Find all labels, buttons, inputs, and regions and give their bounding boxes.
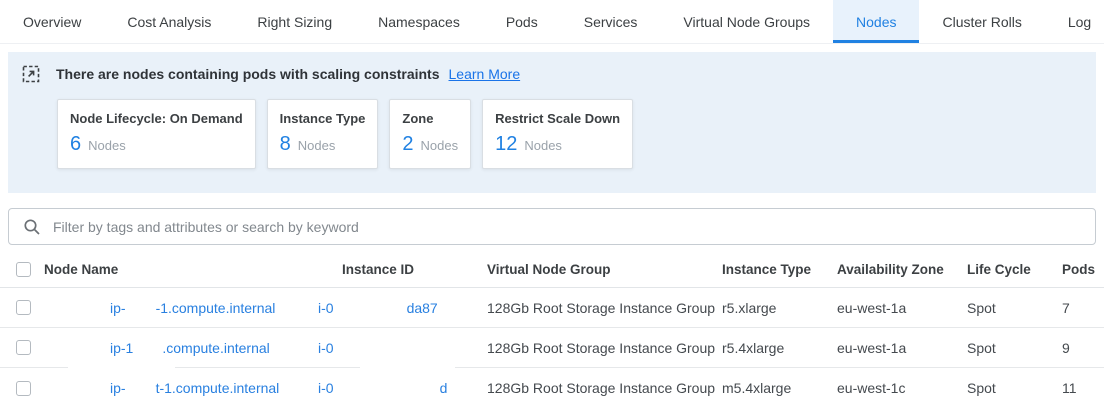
col-node-name: Node Name (44, 262, 318, 277)
constraint-card-instance-type[interactable]: Instance Type 8 Nodes (267, 99, 379, 169)
tab-overview[interactable]: Overview (0, 0, 104, 43)
nodes-table: Node Name Instance ID Virtual Node Group… (0, 252, 1104, 404)
node-name-link[interactable]: ip- (110, 300, 126, 316)
search-input[interactable] (53, 219, 1095, 235)
tab-right-sizing[interactable]: Right Sizing (234, 0, 355, 43)
tab-nodes[interactable]: Nodes (833, 0, 919, 43)
banner-message: There are nodes containing pods with sca… (56, 66, 440, 82)
instance-id-link[interactable]: i-0 (318, 340, 334, 356)
node-name-cell: ip-t-1.compute.internal (44, 380, 318, 396)
vng-cell: 128Gb Root Storage Instance Group (487, 380, 722, 396)
table-row: ip-1 .compute.internal i-0 128Gb Root Stora… (0, 328, 1104, 368)
node-name-link[interactable]: -1.compute.internal (156, 300, 276, 316)
card-unit: Nodes (524, 138, 562, 153)
row-checkbox[interactable] (16, 300, 31, 315)
card-unit: Nodes (298, 138, 336, 153)
scaling-constraints-banner: There are nodes containing pods with sca… (8, 52, 1096, 193)
tab-cost-analysis[interactable]: Cost Analysis (104, 0, 234, 43)
table-row: ip-t-1.compute.internali-0d128Gb Root St… (0, 368, 1104, 404)
row-checkbox[interactable] (16, 381, 31, 396)
row-checkbox[interactable] (16, 340, 31, 355)
card-count-row: 8 Nodes (280, 133, 366, 156)
col-availability-zone: Availability Zone (837, 262, 967, 277)
card-count-row: 6 Nodes (70, 133, 243, 156)
banner-message-row: There are nodes containing pods with sca… (22, 65, 1082, 83)
card-unit: Nodes (421, 138, 459, 153)
card-count-row: 2 Nodes (402, 133, 458, 156)
tab-log[interactable]: Log (1045, 0, 1104, 43)
node-name-link[interactable]: ip- (110, 380, 126, 396)
vng-cell: 128Gb Root Storage Instance Group (487, 340, 722, 356)
card-title: Node Lifecycle: On Demand (70, 111, 243, 126)
col-life-cycle: Life Cycle (967, 262, 1062, 277)
card-count-row: 12 Nodes (495, 133, 620, 156)
card-title: Instance Type (280, 111, 366, 126)
tab-virtual-node-groups[interactable]: Virtual Node Groups (660, 0, 833, 43)
card-count: 8 (280, 133, 291, 156)
pods-cell: 11 (1062, 380, 1104, 396)
instance-id-link[interactable]: d (440, 380, 448, 396)
col-pods: Pods (1062, 262, 1104, 277)
instance-id-cell: i-0 da87 (318, 300, 487, 316)
card-count: 6 (70, 133, 81, 156)
col-instance-id: Instance ID (318, 262, 487, 277)
instance-type-cell: r5.xlarge (722, 300, 837, 316)
card-count: 12 (495, 133, 517, 156)
card-unit: Nodes (88, 138, 126, 153)
constraint-card-node-lifecycle-on-demand[interactable]: Node Lifecycle: On Demand 6 Nodes (57, 99, 256, 169)
constraint-card-restrict-scale-down[interactable]: Restrict Scale Down 12 Nodes (482, 99, 633, 169)
node-name-cell: ip-1 .compute.internal (44, 340, 318, 356)
tab-services[interactable]: Services (561, 0, 661, 43)
instance-id-link[interactable]: i-0 (318, 380, 334, 396)
life-cycle-cell: Spot (967, 340, 1062, 356)
instance-id-cell: i-0 d (318, 380, 487, 396)
tab-namespaces[interactable]: Namespaces (355, 0, 483, 43)
availability-zone-cell: eu-west-1a (837, 300, 967, 316)
pods-cell: 7 (1062, 300, 1104, 316)
constraint-cards: Node Lifecycle: On Demand6NodesInstance … (57, 99, 1082, 169)
col-instance-type: Instance Type (722, 262, 837, 277)
availability-zone-cell: eu-west-1c (837, 380, 967, 396)
tab-cluster-rolls[interactable]: Cluster Rolls (919, 0, 1044, 43)
card-count: 2 (402, 133, 413, 156)
table-row: ip- -1.compute.internal i-0 da87 128Gb Root … (0, 288, 1104, 328)
scaling-constraint-icon (22, 65, 40, 83)
life-cycle-cell: Spot (967, 300, 1062, 316)
card-title: Zone (402, 111, 458, 126)
instance-id-cell: i-0 (318, 340, 487, 356)
instance-type-cell: m5.4xlarge (722, 380, 837, 396)
instance-id-link[interactable]: da87 (407, 300, 438, 316)
vng-cell: 128Gb Root Storage Instance Group (487, 300, 722, 316)
instance-id-link[interactable]: i-0 (318, 300, 334, 316)
node-name-link[interactable]: t-1.compute.internal (156, 380, 280, 396)
col-virtual-node-group: Virtual Node Group (487, 262, 722, 277)
instance-type-cell: r5.4xlarge (722, 340, 837, 356)
pods-cell: 9 (1062, 340, 1104, 356)
tab-pods[interactable]: Pods (483, 0, 561, 43)
search-icon (23, 218, 41, 236)
availability-zone-cell: eu-west-1a (837, 340, 967, 356)
card-title: Restrict Scale Down (495, 111, 620, 126)
constraint-card-zone[interactable]: Zone 2 Nodes (389, 99, 471, 169)
tab-bar: OverviewCost AnalysisRight SizingNamespa… (0, 0, 1104, 44)
select-all-checkbox[interactable] (16, 262, 31, 277)
filter-search-bar[interactable] (8, 208, 1096, 245)
learn-more-link[interactable]: Learn More (449, 66, 521, 82)
table-header-row: Node Name Instance ID Virtual Node Group… (0, 252, 1104, 288)
table-body: ip- -1.compute.internal i-0 da87 128Gb Root … (0, 288, 1104, 404)
node-name-link[interactable]: .compute.internal (162, 340, 269, 356)
life-cycle-cell: Spot (967, 380, 1062, 396)
node-name-link[interactable]: ip-1 (110, 340, 133, 356)
node-name-cell: ip- -1.compute.internal (44, 300, 318, 316)
